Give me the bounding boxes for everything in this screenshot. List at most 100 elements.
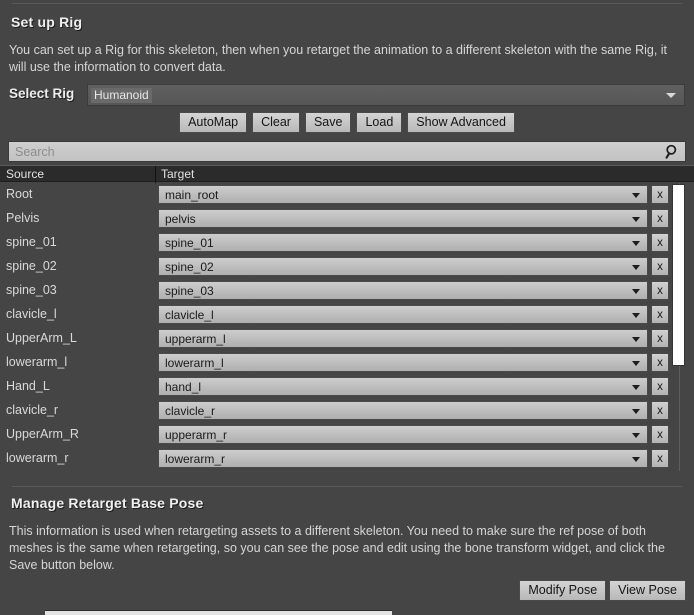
clear-mapping-button[interactable]: x bbox=[651, 425, 669, 444]
chevron-down-icon bbox=[632, 408, 640, 414]
target-bone-value: upperarm_r bbox=[165, 427, 228, 442]
target-bone-dropdown[interactable]: upperarm_l bbox=[158, 329, 648, 348]
target-bone-value: pelvis bbox=[165, 211, 196, 226]
clear-mapping-button[interactable]: x bbox=[651, 281, 669, 300]
select-rig-value: Humanoid bbox=[91, 87, 152, 103]
chevron-down-icon bbox=[632, 312, 640, 318]
target-bone-value: hand_l bbox=[165, 379, 202, 394]
source-bone-label: spine_03 bbox=[6, 283, 57, 297]
table-row[interactable]: Root main_root x bbox=[0, 183, 694, 207]
target-bone-dropdown[interactable]: spine_02 bbox=[158, 257, 648, 276]
table-row[interactable]: spine_01 spine_01 x bbox=[0, 231, 694, 255]
chevron-down-icon bbox=[632, 336, 640, 342]
table-row[interactable]: lowerarm_l lowerarm_l x bbox=[0, 351, 694, 375]
source-bone-label: UpperArm_L bbox=[6, 331, 77, 345]
chevron-down-icon bbox=[632, 264, 640, 270]
search-input[interactable] bbox=[9, 144, 659, 159]
target-bone-value: spine_01 bbox=[165, 235, 214, 250]
target-bone-dropdown[interactable]: clavicle_r bbox=[158, 401, 648, 420]
target-bone-value: spine_02 bbox=[165, 259, 214, 274]
table-row[interactable]: UpperArm_R upperarm_r x bbox=[0, 423, 694, 447]
save-button[interactable]: Save bbox=[304, 112, 352, 133]
clear-mapping-button[interactable]: x bbox=[651, 329, 669, 348]
source-bone-label: spine_02 bbox=[6, 259, 57, 273]
target-bone-dropdown[interactable]: clavicle_l bbox=[158, 305, 648, 324]
clear-mapping-button[interactable]: x bbox=[651, 377, 669, 396]
clear-button[interactable]: Clear bbox=[252, 112, 300, 133]
clear-mapping-button[interactable]: x bbox=[651, 257, 669, 276]
select-rig-label: Select Rig bbox=[9, 86, 75, 101]
top-divider bbox=[12, 3, 682, 4]
target-bone-dropdown[interactable]: hand_l bbox=[158, 377, 648, 396]
search-icon[interactable] bbox=[659, 144, 685, 159]
table-scrollbar-thumb[interactable] bbox=[672, 184, 685, 366]
table-row[interactable]: spine_03 spine_03 x bbox=[0, 279, 694, 303]
table-header: Source Target bbox=[0, 165, 694, 183]
source-bone-label: Pelvis bbox=[6, 211, 40, 225]
setup-rig-section-title: Set up Rig bbox=[11, 14, 83, 30]
table-row[interactable]: Hand_L hand_l x bbox=[0, 375, 694, 399]
table-row[interactable]: Pelvis pelvis x bbox=[0, 207, 694, 231]
chevron-down-icon bbox=[632, 456, 640, 462]
target-bone-dropdown[interactable]: pelvis bbox=[158, 209, 648, 228]
clear-mapping-button[interactable]: x bbox=[651, 233, 669, 252]
target-bone-dropdown[interactable]: spine_01 bbox=[158, 233, 648, 252]
target-bone-value: spine_03 bbox=[165, 283, 214, 298]
chevron-down-icon bbox=[632, 360, 640, 366]
chevron-down-icon bbox=[632, 192, 640, 198]
source-bone-label: Root bbox=[6, 187, 33, 201]
chevron-down-icon bbox=[666, 93, 676, 98]
target-bone-dropdown[interactable]: main_root bbox=[158, 185, 648, 204]
source-bone-label: Hand_L bbox=[6, 379, 50, 393]
chevron-down-icon bbox=[632, 240, 640, 246]
table-row[interactable]: clavicle_r clavicle_r x bbox=[0, 399, 694, 423]
target-bone-dropdown[interactable]: lowerarm_r bbox=[158, 449, 648, 468]
target-bone-value: clavicle_r bbox=[165, 403, 216, 418]
source-bone-label: clavicle_r bbox=[6, 403, 59, 417]
source-bone-label: UpperArm_R bbox=[6, 427, 79, 441]
target-bone-value: lowerarm_l bbox=[165, 355, 224, 370]
clear-mapping-button[interactable]: x bbox=[651, 353, 669, 372]
chevron-down-icon bbox=[632, 288, 640, 294]
source-bone-label: lowerarm_r bbox=[6, 451, 69, 465]
chevron-down-icon bbox=[632, 432, 640, 438]
target-bone-dropdown[interactable]: upperarm_r bbox=[158, 425, 648, 444]
search-bar[interactable] bbox=[8, 141, 686, 162]
select-rig-dropdown[interactable]: Humanoid bbox=[87, 84, 685, 106]
column-header-target[interactable]: Target bbox=[161, 167, 194, 181]
pose-action-buttons: Modify Pose View Pose bbox=[519, 580, 686, 601]
bone-mapping-table: Root main_root x Pelvis pelvis x spine_01 spine… bbox=[0, 183, 694, 473]
target-bone-value: upperarm_l bbox=[165, 331, 226, 346]
table-row[interactable]: lowerarm_r lowerarm_r x bbox=[0, 447, 694, 471]
select-rig-row: Select Rig Humanoid bbox=[9, 84, 685, 106]
clear-mapping-button[interactable]: x bbox=[651, 305, 669, 324]
target-bone-value: clavicle_l bbox=[165, 307, 214, 322]
target-bone-dropdown[interactable]: lowerarm_l bbox=[158, 353, 648, 372]
clear-mapping-button[interactable]: x bbox=[651, 401, 669, 420]
rig-action-buttons: AutoMap Clear Save Load Show Advanced bbox=[0, 112, 694, 133]
target-bone-value: main_root bbox=[165, 187, 219, 202]
target-bone-dropdown[interactable]: spine_03 bbox=[158, 281, 648, 300]
table-row[interactable]: UpperArm_L upperarm_l x bbox=[0, 327, 694, 351]
column-divider[interactable] bbox=[155, 166, 156, 183]
modify-pose-button[interactable]: Modify Pose bbox=[519, 580, 607, 601]
automap-button[interactable]: AutoMap bbox=[179, 112, 248, 133]
table-row[interactable]: spine_02 spine_02 x bbox=[0, 255, 694, 279]
source-bone-label: spine_01 bbox=[6, 235, 57, 249]
manage-section-divider bbox=[12, 486, 682, 487]
view-pose-button[interactable]: View Pose bbox=[609, 580, 686, 601]
clear-mapping-button[interactable]: x bbox=[651, 209, 669, 228]
setup-rig-description: You can set up a Rig for this skeleton, … bbox=[9, 43, 668, 74]
show-advanced-button[interactable]: Show Advanced bbox=[407, 112, 515, 133]
clear-mapping-button[interactable]: x bbox=[651, 449, 669, 468]
clear-mapping-button[interactable]: x bbox=[651, 185, 669, 204]
manage-retarget-description: This information is used when retargetin… bbox=[9, 524, 665, 572]
target-bone-value: lowerarm_r bbox=[165, 451, 226, 466]
manage-retarget-section-title: Manage Retarget Base Pose bbox=[11, 495, 204, 511]
source-bone-label: lowerarm_l bbox=[6, 355, 68, 369]
chevron-down-icon bbox=[632, 216, 640, 222]
chevron-down-icon bbox=[632, 384, 640, 390]
column-header-source[interactable]: Source bbox=[6, 167, 44, 181]
table-row[interactable]: clavicle_l clavicle_l x bbox=[0, 303, 694, 327]
load-button[interactable]: Load bbox=[356, 112, 403, 133]
